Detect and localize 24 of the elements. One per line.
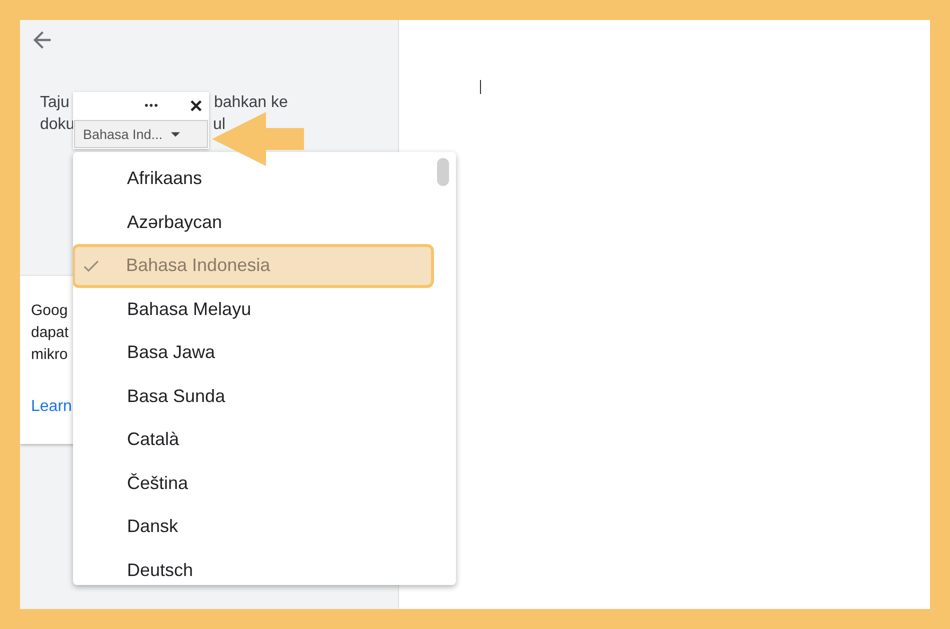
- close-button[interactable]: ✕: [189, 96, 203, 116]
- language-option[interactable]: Bahasa Melayu: [73, 288, 435, 331]
- language-option[interactable]: Afrikaans: [73, 157, 435, 200]
- language-option[interactable]: Čeština: [73, 462, 435, 505]
- learn-link[interactable]: Learn: [31, 398, 72, 416]
- card-text: mikro: [31, 345, 68, 365]
- language-option[interactable]: Basa Sunda: [73, 374, 435, 418]
- card-text: Goog: [31, 301, 68, 321]
- description-text: doku: [40, 116, 75, 134]
- arrow-icon: [212, 112, 304, 166]
- language-option[interactable]: Deutsch: [73, 548, 435, 585]
- language-option[interactable]: Azərbaycan: [73, 200, 435, 244]
- caret-icon: [170, 132, 180, 136]
- language-option[interactable]: Català: [73, 418, 435, 462]
- language-option[interactable]: Dansk: [73, 505, 435, 548]
- scrollbar-thumb[interactable]: [437, 158, 449, 186]
- card-text: dapat: [31, 323, 69, 343]
- text-cursor: [480, 80, 481, 94]
- description-text: ul: [213, 116, 226, 134]
- description-text: bahkan ke: [214, 94, 288, 112]
- more-button[interactable]: •••: [144, 100, 159, 112]
- description-text: Taju: [40, 94, 70, 112]
- language-option[interactable]: Basa Jawa: [73, 331, 435, 374]
- language-dropdown[interactable]: Bahasa Ind...: [74, 120, 208, 148]
